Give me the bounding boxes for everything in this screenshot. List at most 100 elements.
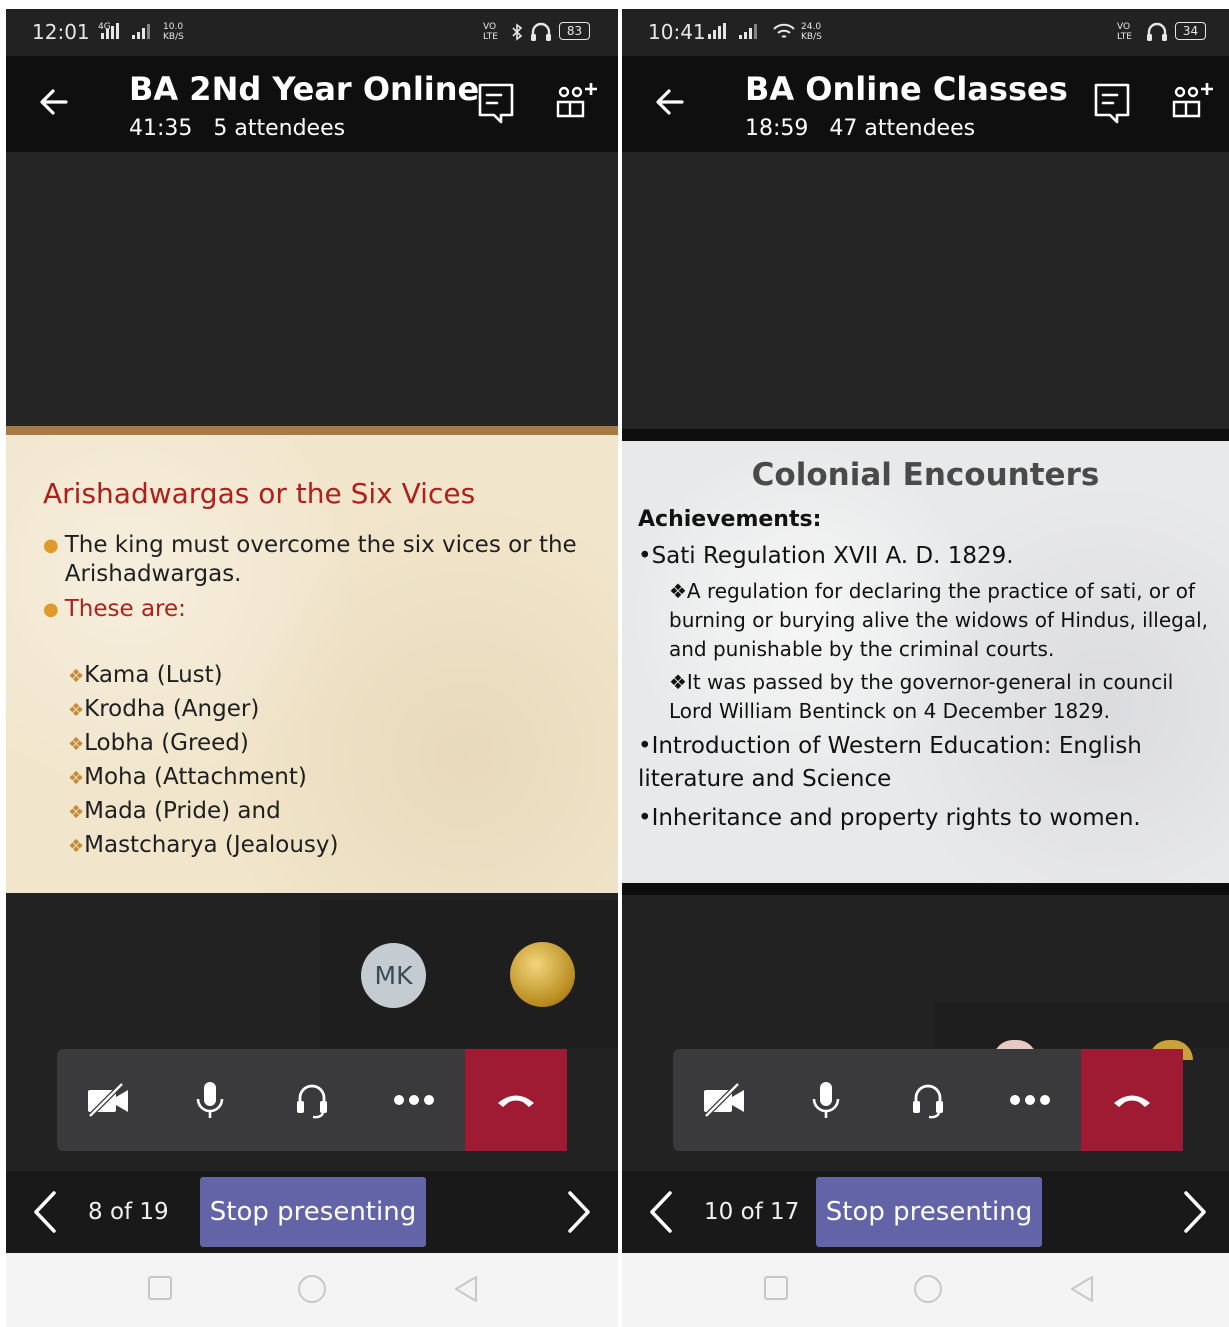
microphone-icon [196,1082,224,1118]
shared-slide: Arishadwargas or the Six Vices ● The king… [6,426,618,893]
battery-icon: 83 [559,22,590,40]
slide-bullet: •Introduction of Western Education: Engl… [638,733,1142,792]
slide-sub-bullet: ❖A regulation for declaring the practice… [669,579,1209,661]
back-nav-icon[interactable] [452,1275,480,1305]
video-area [6,152,618,426]
more-icon [1010,1095,1050,1105]
chat-icon[interactable] [477,82,515,124]
microphone-button[interactable] [159,1049,261,1151]
home-icon[interactable] [296,1275,328,1307]
audio-button[interactable] [877,1049,979,1151]
diamond-bullet-icon: ❖ [68,666,85,687]
list-item: ❖Lobha (Greed) [68,730,249,756]
system-navigation-bar [622,1253,1229,1327]
audio-button[interactable] [261,1049,363,1151]
presenter-bar: 8 of 19 Stop presenting [6,1171,618,1253]
avatar[interactable]: MK [361,943,426,1008]
slide-title: Colonial Encounters [751,457,1100,493]
vices-list: ❖Kama (Lust) ❖Krodha (Anger) ❖Lobha (Gre… [68,659,338,863]
slide-heading: Achievements: [638,507,822,532]
camera-off-icon [88,1082,128,1118]
signal-icon [132,23,150,39]
chevron-left-icon[interactable] [30,1189,60,1235]
diamond-bullet-icon: ❖ [68,734,85,755]
shared-slide: Colonial Encounters Achievements: •Sati … [622,429,1229,895]
headset-icon [913,1084,943,1119]
participant-tiles [935,1002,1229,1060]
battery-icon: 34 [1175,22,1206,40]
slide-bullet: •Sati Regulation XVII A. D. 1829. [638,543,1014,569]
camera-off-icon [704,1082,744,1118]
slide-bullet: The king must overcome the six vices or … [64,532,577,587]
diamond-bullet-icon: ❖ [68,836,85,857]
participant-tiles: MK [320,900,618,1048]
status-time: 12:01 [32,20,90,44]
list-item: ❖Mada (Pride) and [68,798,281,824]
diamond-bullet-icon: ❖ [68,700,85,721]
bluetooth-icon [512,23,523,41]
diamond-bullet-icon: ❖ [68,802,85,823]
hang-up-icon [498,1095,534,1107]
right-phone-screen: 10:41 24.0 KB/S VO LTE 34 BA Online Class… [622,9,1229,1327]
back-arrow-icon[interactable] [652,84,688,120]
meeting-header: BA Online Classes 18:59 47 attendees [622,56,1229,152]
status-time: 10:41 [648,20,706,44]
slide-bullets: ● The king must overcome the six vices or… [43,531,603,624]
meeting-title: BA 2Nd Year Online [129,70,480,108]
diamond-bullet-icon: ❖ [68,768,85,789]
avatar[interactable] [510,942,575,1007]
headset-icon [297,1084,327,1119]
back-nav-icon[interactable] [1068,1275,1096,1305]
list-item: ❖Mastcharya (Jealousy) [68,832,339,858]
camera-off-button[interactable] [673,1049,775,1151]
meeting-timer: 18:59 [745,116,809,141]
headset-status-icon [531,22,551,41]
network-speed: 24.0 KB/S [801,22,822,42]
left-phone-screen: 12:01 4G 10.0 KB/S VO LTE 83 BA 2Nd Year … [6,9,618,1327]
signal-icon [739,23,757,39]
system-navigation-bar [6,1253,618,1327]
meeting-info: 18:59 47 attendees [745,116,975,141]
attendee-count: 47 attendees [829,116,976,141]
recents-icon[interactable] [763,1275,789,1301]
more-icon [394,1095,434,1105]
slide-title: Arishadwargas or the Six Vices [43,477,476,510]
camera-off-button[interactable] [57,1049,159,1151]
slide-bullet: These are: [64,596,186,622]
slide-bullet: •Inheritance and property rights to wome… [638,805,1141,831]
stop-presenting-button[interactable]: Stop presenting [816,1177,1042,1247]
chevron-left-icon[interactable] [646,1189,676,1235]
list-item: ❖Kama (Lust) [68,662,223,688]
slide-sub-bullet: ❖It was passed by the governor-general i… [669,670,1174,723]
signal-icon [101,23,119,39]
home-icon[interactable] [912,1275,944,1307]
bullet-icon: ● [43,599,59,620]
wifi-icon [773,23,795,38]
more-options-button[interactable] [979,1049,1081,1151]
status-bar: 12:01 4G 10.0 KB/S VO LTE 83 [6,9,618,56]
back-arrow-icon[interactable] [36,84,72,120]
video-area [622,152,1229,429]
attendee-count: 5 attendees [213,116,346,141]
call-controls [673,1049,1183,1151]
list-item: ❖Moha (Attachment) [68,764,307,790]
add-people-icon[interactable] [555,80,601,122]
add-people-icon[interactable] [1171,80,1217,122]
hang-up-button[interactable] [465,1049,567,1151]
headset-status-icon [1147,22,1167,41]
list-item: ❖Krodha (Anger) [68,696,260,722]
chat-icon[interactable] [1093,82,1131,124]
slide-counter: 8 of 19 [88,1199,169,1225]
meeting-info: 41:35 5 attendees [129,116,345,141]
more-options-button[interactable] [363,1049,465,1151]
network-speed: 10.0 KB/S [163,22,184,42]
meeting-header: BA 2Nd Year Online 41:35 5 attendees [6,56,618,152]
stop-presenting-button[interactable]: Stop presenting [200,1177,426,1247]
volte-label: VO LTE [483,22,498,42]
chevron-right-icon[interactable] [564,1189,594,1235]
chevron-right-icon[interactable] [1180,1189,1210,1235]
recents-icon[interactable] [147,1275,173,1301]
microphone-button[interactable] [775,1049,877,1151]
hang-up-button[interactable] [1081,1049,1183,1151]
slide-counter: 10 of 17 [704,1199,800,1225]
